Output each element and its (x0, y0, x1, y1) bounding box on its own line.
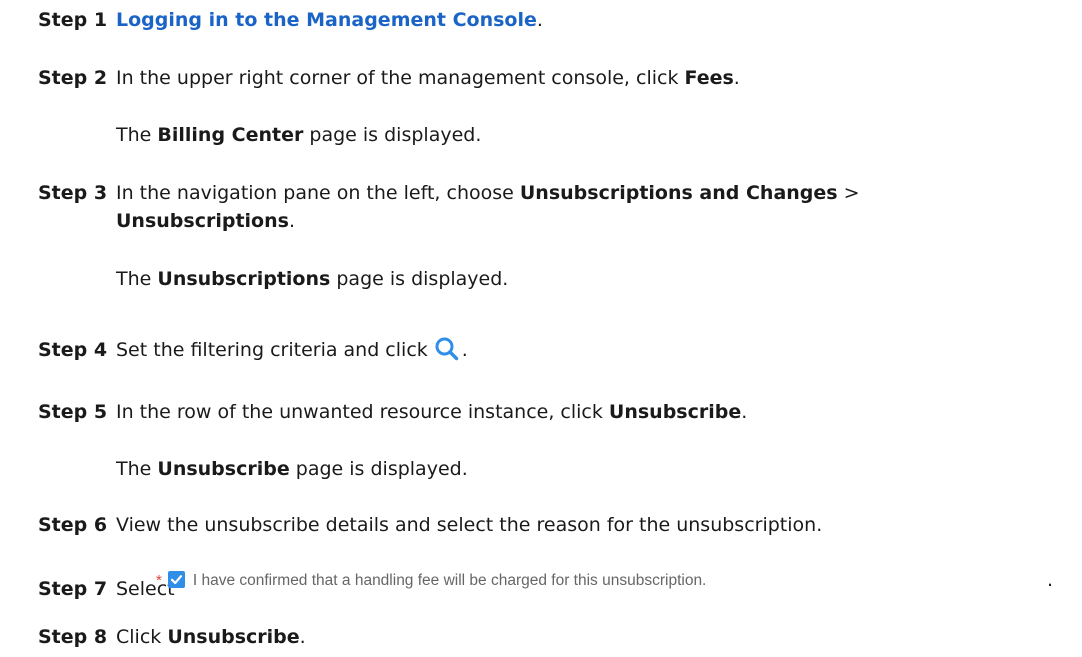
result-text: page is displayed. (330, 268, 509, 290)
step-label: Step 7 (38, 578, 108, 600)
step-text-part: Click (116, 626, 168, 648)
search-icon (434, 336, 460, 370)
step-text: In the row of the unwanted resource inst… (116, 398, 747, 426)
step-text: View the unsubscribe details and select … (116, 514, 823, 536)
step-label: Step 2 (38, 67, 108, 89)
step-label: Step 3 (38, 182, 108, 204)
result-text: page is displayed. (289, 458, 468, 480)
management-console-link[interactable]: Logging in to the Management Console (116, 9, 537, 31)
required-star: * (156, 572, 162, 589)
punctuation: . (461, 339, 468, 361)
confirm-text: I have confirmed that a handling fee wil… (192, 572, 707, 589)
result-text: page is displayed. (303, 124, 482, 146)
step-text: In the navigation pane on the left, choo… (116, 179, 860, 207)
step-text: In the upper right corner of the managem… (116, 64, 740, 92)
punctuation: . (733, 67, 740, 89)
unsubscriptions-term: Unsubscriptions (116, 210, 289, 232)
result-text: The (116, 268, 158, 290)
separator: > (837, 182, 860, 204)
step-label: Step 5 (38, 401, 108, 423)
step-text-part: In the upper right corner of the managem… (116, 67, 685, 89)
step-2-result: The Billing Center page is displayed. (116, 121, 481, 149)
unsubscriptions-term: Unsubscriptions (157, 268, 331, 290)
confirm-checkbox-snippet: * I have confirmed that a handling fee wi… (156, 570, 706, 592)
step-5-result: The Unsubscribe page is displayed. (116, 455, 468, 483)
step-3-result: The Unsubscriptions page is displayed. (116, 265, 508, 293)
step-label: Step 1 (38, 9, 108, 31)
punctuation: . (1047, 569, 1054, 591)
checkbox-checked-icon (167, 571, 185, 588)
step-text: Logging in to the Management Console. (116, 6, 543, 34)
fees-term: Fees (684, 67, 734, 89)
punctuation: . (536, 9, 543, 31)
step-text-part: In the navigation pane on the left, choo… (116, 182, 520, 204)
step-text-part: In the row of the unwanted resource inst… (116, 401, 609, 423)
step-text: Click Unsubscribe. (116, 623, 306, 651)
punctuation: . (299, 626, 306, 648)
unsubscribe-term: Unsubscribe (167, 626, 300, 648)
unsubscribe-term: Unsubscribe (608, 401, 742, 423)
step-label: Step 6 (38, 514, 108, 536)
unsubscribe-term: Unsubscribe (157, 458, 290, 480)
billing-center-term: Billing Center (157, 124, 304, 146)
step-text-part: Set the filtering criteria and click (116, 339, 428, 361)
result-text: The (116, 124, 158, 146)
unsubscriptions-and-changes-term: Unsubscriptions and Changes (519, 182, 838, 204)
step-label: Step 4 (38, 339, 108, 361)
step-3-continued: Unsubscriptions. (116, 207, 295, 235)
punctuation: . (288, 210, 295, 232)
result-text: The (116, 458, 158, 480)
step-label: Step 8 (38, 626, 108, 648)
punctuation: . (741, 401, 748, 423)
step-text: Set the filtering criteria and click. (116, 336, 468, 370)
